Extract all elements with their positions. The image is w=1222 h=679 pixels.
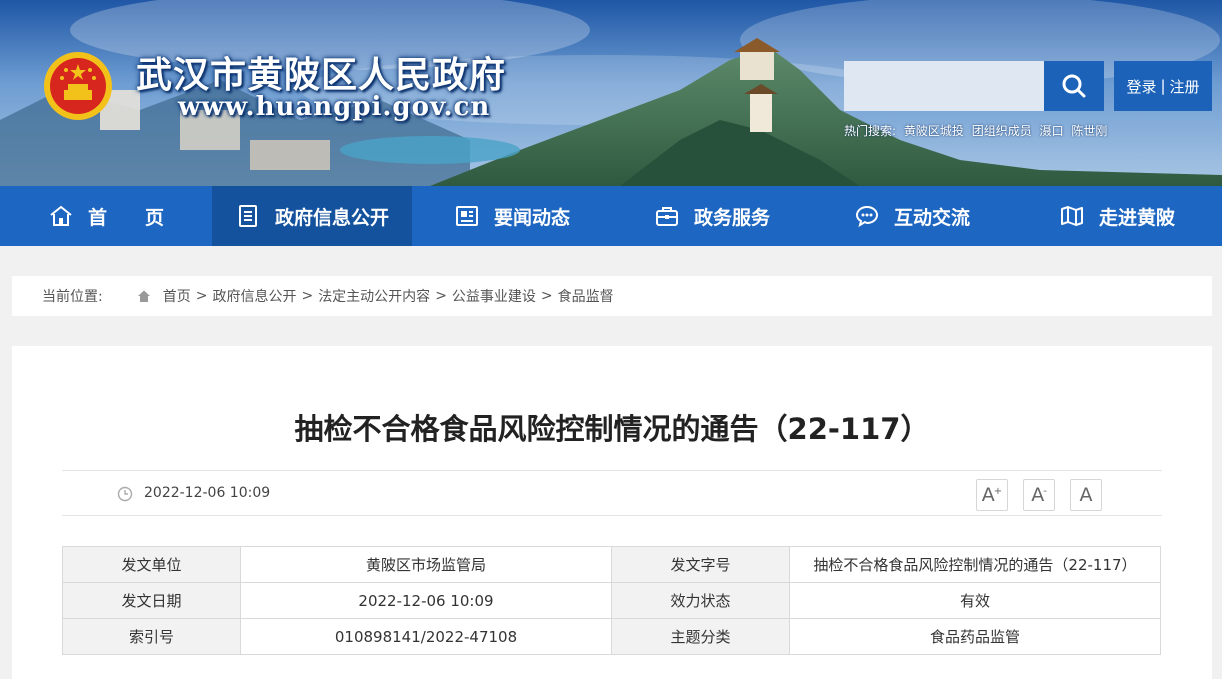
site-url: www.huangpi.gov.cn [178, 92, 491, 122]
font-size-decrease-button[interactable]: A- [1023, 479, 1055, 511]
table-value-cell: 抽检不合格食品风险控制情况的通告（22-117） [789, 546, 1161, 583]
table-key-cell: 索引号 [62, 618, 241, 655]
hot-search-term[interactable]: 陈世刚 [1071, 124, 1107, 138]
table-row: 发文单位 黄陂区市场监管局 发文字号 抽检不合格食品风险控制情况的通告（22-1… [62, 546, 1161, 583]
breadcrumb-item[interactable]: 食品监督 [558, 286, 614, 306]
article-card: 抽检不合格食品风险控制情况的通告（22-117） 2022-12-06 10:0… [12, 346, 1212, 679]
register-link[interactable]: 注册 [1170, 76, 1200, 97]
hot-search-label: 热门搜索: [844, 124, 897, 138]
table-value-cell: 黄陂区市场监管局 [240, 546, 612, 583]
table-key-cell: 发文单位 [62, 546, 241, 583]
nav-item-gov-info[interactable]: 政府信息公开 [212, 186, 412, 246]
table-key-cell: 发文字号 [611, 546, 790, 583]
nav-item-about-huangpi[interactable]: 走进黄陂 [1012, 186, 1222, 246]
breadcrumb-item[interactable]: 法定主动公开内容 [318, 286, 430, 306]
document-list-icon [238, 205, 257, 227]
table-key-cell: 效力状态 [611, 582, 790, 619]
table-key-cell: 发文日期 [62, 582, 241, 619]
font-decrease-sup: - [1043, 485, 1047, 497]
table-row: 索引号 010898141/2022-47108 主题分类 食品药品监管 [62, 618, 1161, 655]
clock-icon [117, 486, 133, 502]
briefcase-icon [655, 207, 678, 226]
font-increase-sup: + [993, 485, 1003, 497]
nav-item-services[interactable]: 政务服务 [612, 186, 812, 246]
breadcrumb-separator: > [540, 288, 553, 304]
breadcrumb-item[interactable]: 首页 [163, 286, 191, 306]
hot-search-term[interactable]: 团组织成员 [972, 124, 1032, 138]
font-size-reset-button[interactable]: A [1070, 479, 1102, 511]
article-meta: 2022-12-06 10:09 A + A- A [62, 471, 1162, 515]
auth-divider: | [1160, 77, 1166, 95]
site-title: 武汉市黄陂区人民政府 [136, 54, 507, 96]
chat-bubble-icon [855, 205, 878, 228]
breadcrumb-item[interactable]: 公益事业建设 [452, 286, 536, 306]
nav-item-news[interactable]: 要闻动态 [412, 186, 612, 246]
table-value-cell: 有效 [789, 582, 1161, 619]
breadcrumb-separator: > [195, 288, 208, 304]
hot-search-term[interactable]: 黄陂区城投 [904, 124, 964, 138]
nav-item-label: 走进黄陂 [1098, 206, 1175, 229]
table-row: 发文日期 2022-12-06 10:09 效力状态 有效 [62, 582, 1161, 619]
newspaper-icon [455, 206, 478, 226]
document-info-table: 发文单位 黄陂区市场监管局 发文字号 抽检不合格食品风险控制情况的通告（22-1… [62, 546, 1161, 655]
breadcrumb-label: 当前位置: [42, 289, 103, 305]
breadcrumb-separator: > [301, 288, 314, 304]
breadcrumb-separator: > [435, 288, 447, 304]
font-size-increase-button[interactable]: A + [976, 479, 1008, 511]
header-banner: 武汉市黄陂区人民政府 www.huangpi.gov.cn 登录 | 注册 热门… [0, 0, 1222, 186]
breadcrumb: 当前位置: 首页 > 政府信息公开 > 法定主动公开内容 > 公益事业建设 > … [12, 276, 1212, 316]
nav-item-label: 首 页 [87, 206, 164, 229]
nav-item-label: 要闻动态 [493, 206, 570, 229]
national-emblem-logo [44, 52, 112, 120]
map-icon [1060, 206, 1083, 226]
publish-date: 2022-12-06 10:09 [144, 485, 271, 501]
search-button[interactable] [1044, 61, 1104, 111]
hot-search-bar: 热门搜索: 黄陂区城投 团组织成员 滠口 陈世刚 [844, 122, 1111, 139]
table-value-cell: 2022-12-06 10:09 [240, 582, 612, 619]
home-icon [137, 290, 150, 302]
hot-search-term[interactable]: 滠口 [1040, 124, 1064, 138]
table-key-cell: 主题分类 [611, 618, 790, 655]
nav-item-label: 政务服务 [693, 206, 770, 229]
search-input[interactable] [844, 61, 1044, 111]
table-value-cell: 010898141/2022-47108 [240, 618, 612, 655]
article-title: 抽检不合格食品风险控制情况的通告（22-117） [294, 412, 930, 446]
breadcrumb-item[interactable]: 政府信息公开 [212, 286, 296, 306]
home-icon [50, 205, 72, 226]
login-link[interactable]: 登录 [1126, 76, 1156, 97]
nav-item-label: 互动交流 [893, 206, 970, 229]
divider [62, 515, 1162, 516]
search-icon [1062, 74, 1086, 98]
nav-item-interaction[interactable]: 互动交流 [812, 186, 1012, 246]
font-reset-glyph: A [1079, 484, 1093, 506]
main-nav: 首 页 政府信息公开 要闻动态 政务服务 互动交流 走进黄陂 [0, 186, 1222, 246]
nav-item-label: 政府信息公开 [274, 206, 389, 229]
table-value-cell: 食品药品监管 [789, 618, 1161, 655]
nav-item-home[interactable]: 首 页 [0, 186, 212, 246]
auth-links: 登录 | 注册 [1114, 61, 1212, 111]
